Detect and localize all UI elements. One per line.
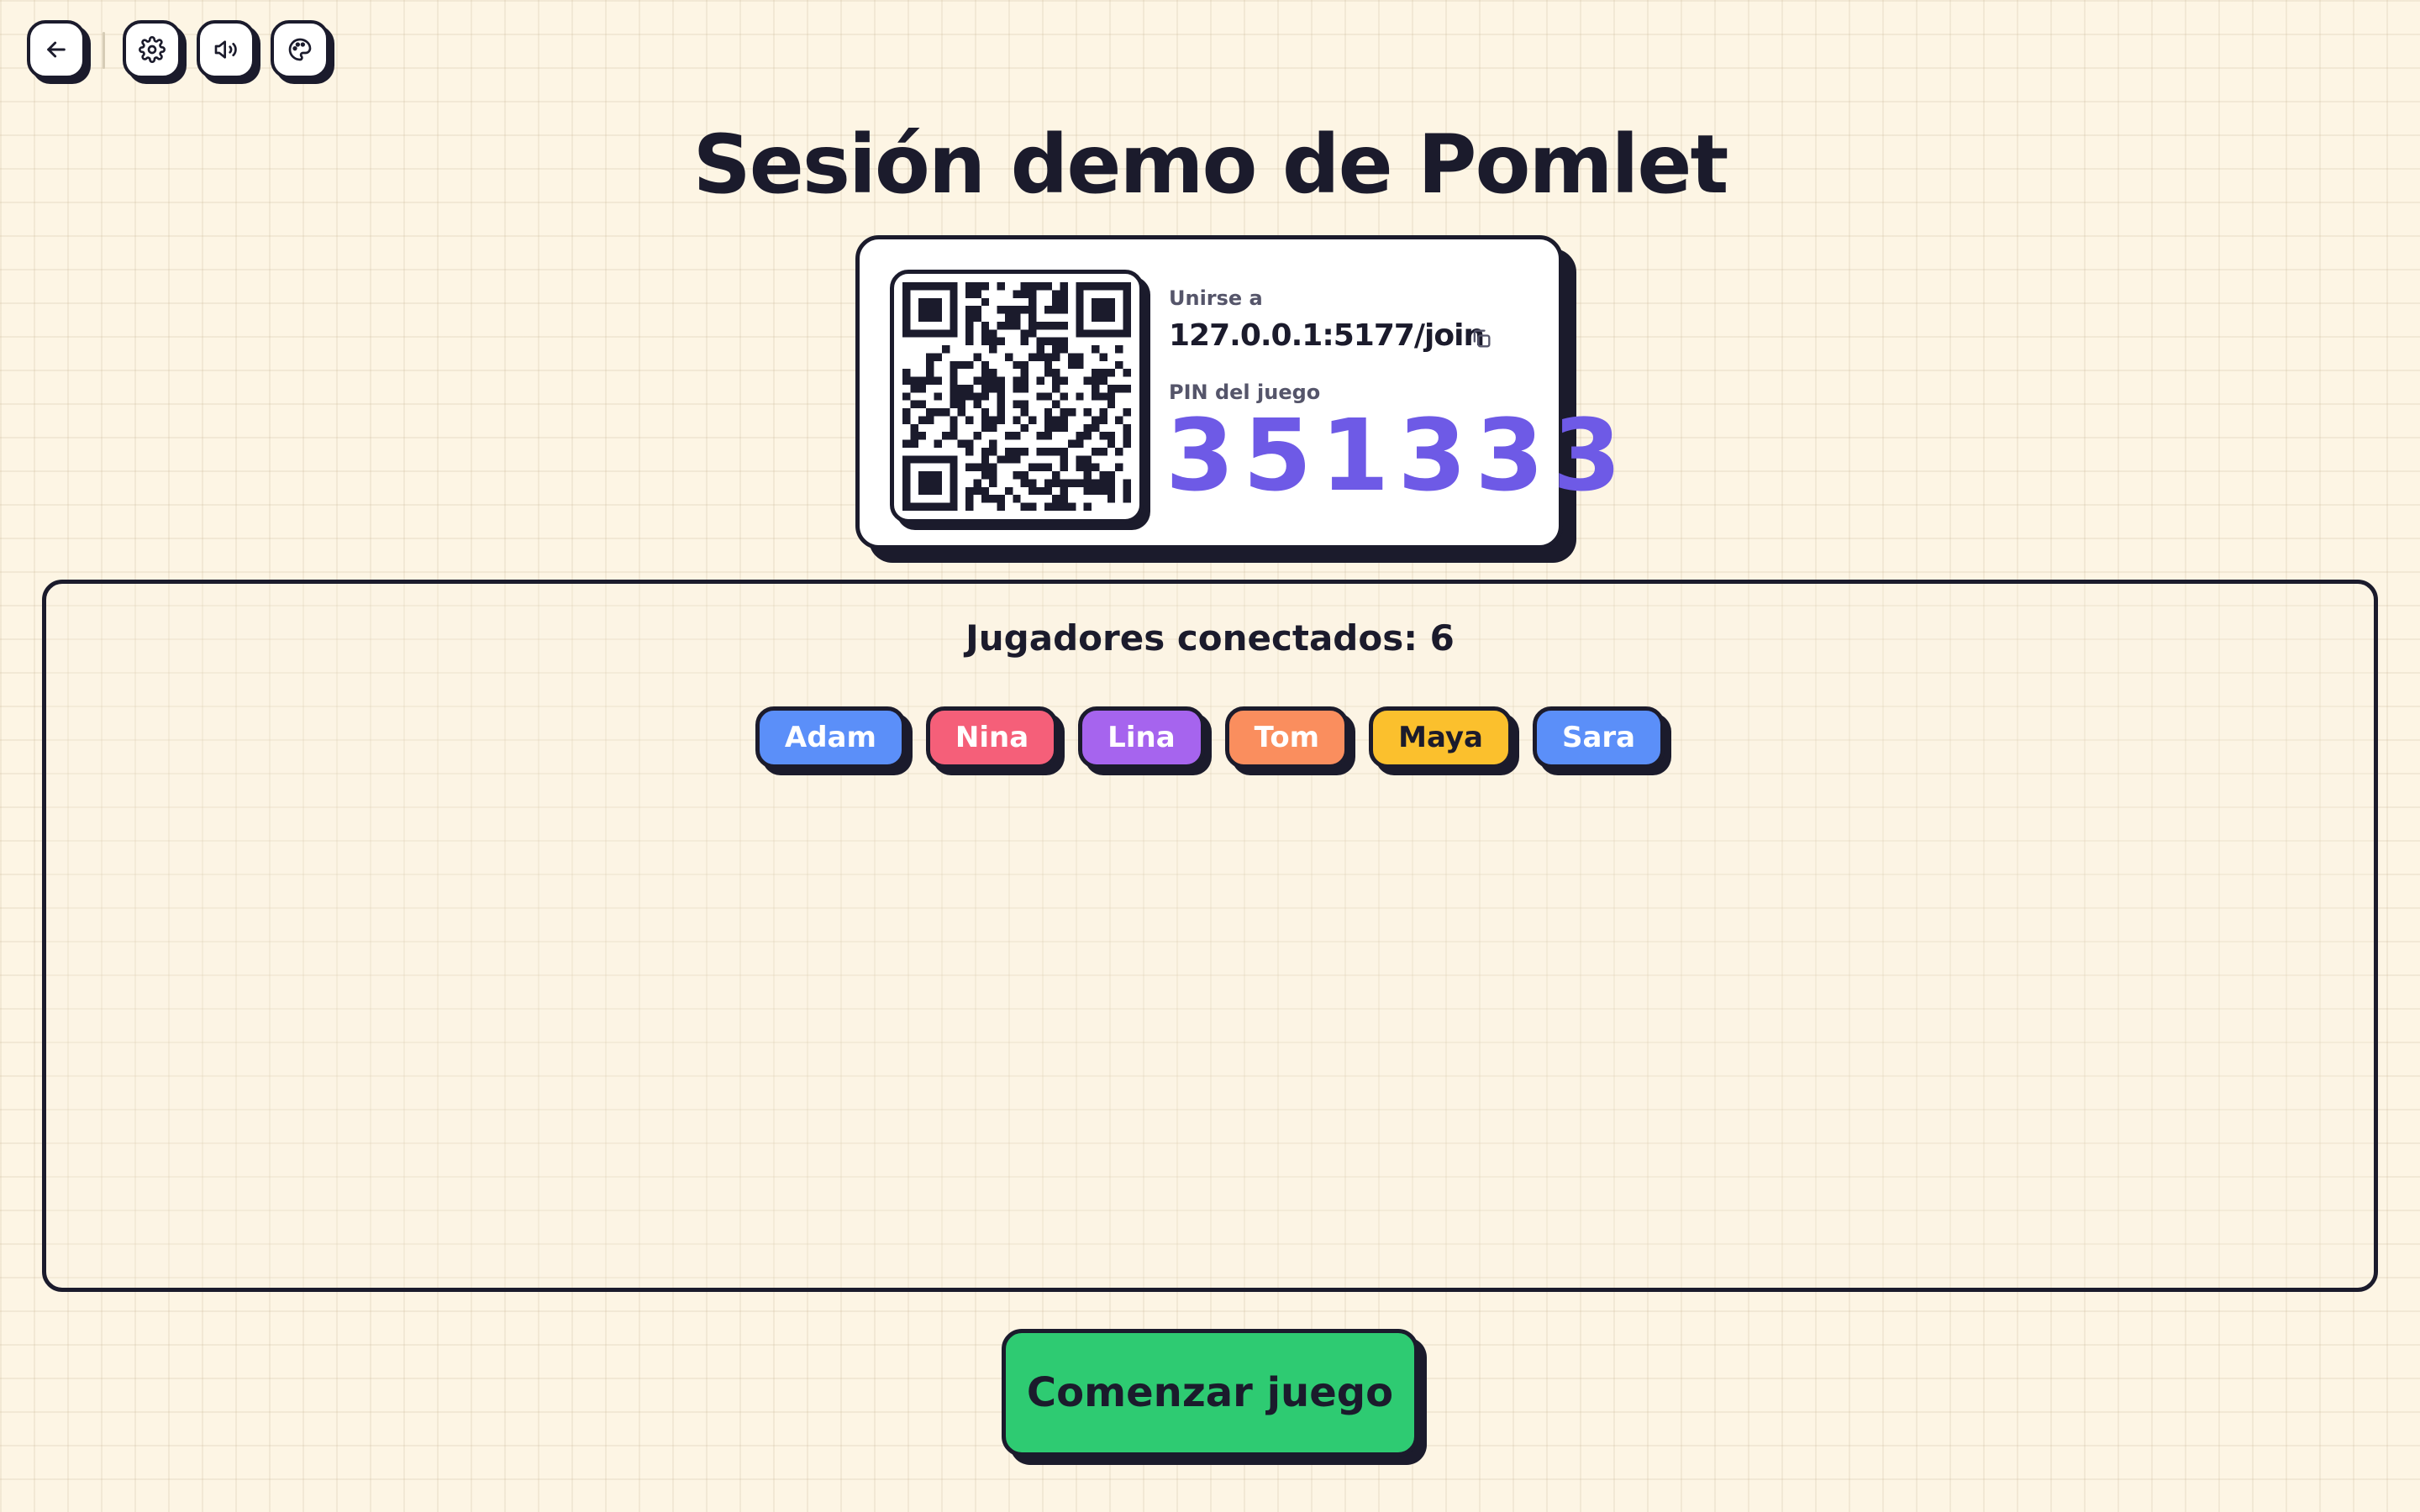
join-label: Unirse a xyxy=(1169,286,1263,310)
page-title: Sesión demo de Pomlet xyxy=(692,118,1729,212)
theme-button[interactable] xyxy=(271,20,329,79)
player-chip: Nina xyxy=(925,706,1059,769)
qr-code xyxy=(890,270,1144,523)
player-chip: Lina xyxy=(1078,706,1205,769)
volume-icon xyxy=(214,40,237,59)
copy-icon xyxy=(1473,329,1491,348)
game-pin: 351333 xyxy=(1165,397,1630,513)
players-count-heading: Jugadores conectados: 6 xyxy=(965,617,1455,659)
sound-button[interactable] xyxy=(197,20,255,79)
start-game-button[interactable]: Comenzar juego xyxy=(1002,1329,1418,1457)
gear-icon xyxy=(139,36,166,63)
players-panel: Jugadores conectados: 6 Adam Nina Lina Tom M… xyxy=(42,580,2378,1292)
player-chip: Adam xyxy=(755,706,906,769)
player-chip: Tom xyxy=(1224,706,1349,769)
settings-button[interactable] xyxy=(123,20,182,79)
arrow-left-icon xyxy=(47,41,66,58)
join-url[interactable]: 127.0.0.1:5177/join xyxy=(1169,318,1485,353)
player-chip: Maya xyxy=(1369,706,1512,769)
toolbar-divider xyxy=(103,32,105,69)
player-chip: Sara xyxy=(1532,706,1665,769)
back-button[interactable] xyxy=(27,20,86,79)
copy-url-button[interactable] xyxy=(1466,323,1497,354)
qr-code-icon xyxy=(902,282,1131,511)
palette-icon xyxy=(288,38,312,61)
join-card: Unirse a 127.0.0.1:5177/join PIN del jue… xyxy=(855,235,1622,549)
players-list: Adam Nina Lina Tom Maya Sara xyxy=(46,706,2374,769)
